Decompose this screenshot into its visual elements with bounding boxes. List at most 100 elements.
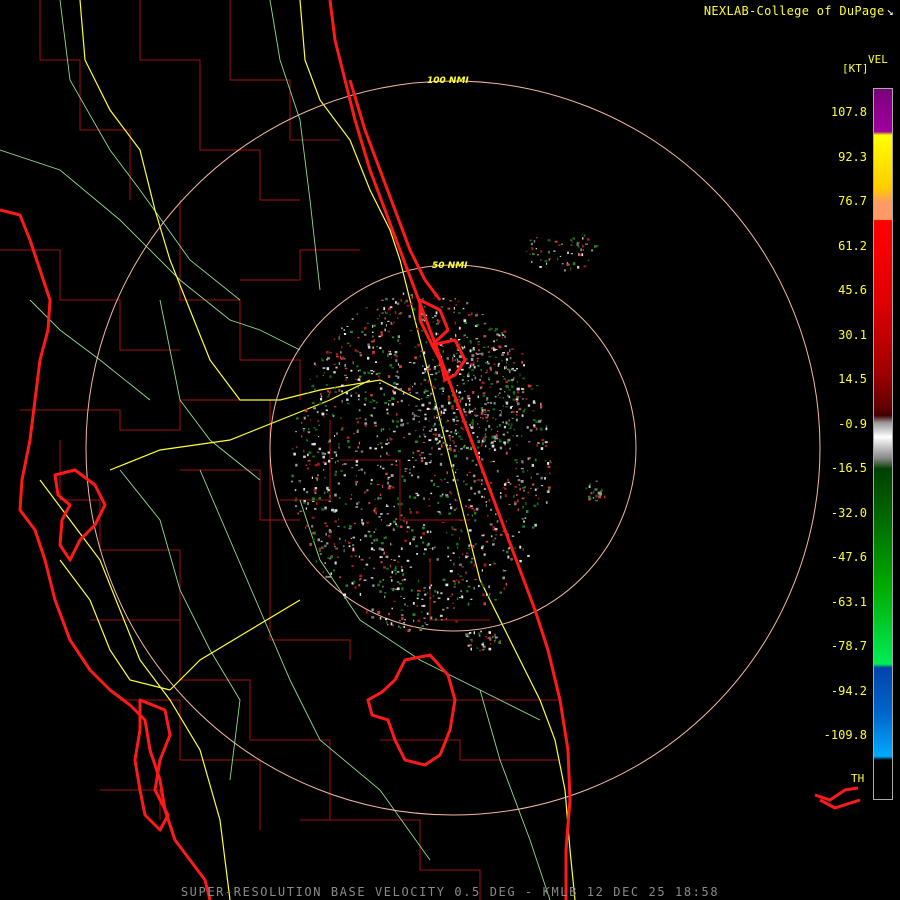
product-caption: SUPER-RESOLUTION BASE VELOCITY 0.5 DEG -… (180, 885, 720, 899)
echo-pixel (431, 317, 434, 319)
echo-pixel (378, 375, 380, 378)
echo-pixel (381, 446, 383, 449)
echo-pixel (333, 569, 336, 572)
echo-pixel (509, 356, 512, 360)
echo-pixel (363, 333, 367, 336)
echo-pixel (399, 365, 402, 369)
echo-pixel (467, 313, 471, 316)
echo-pixel (341, 427, 344, 429)
echo-pixel (355, 480, 358, 483)
echo-pixel (301, 422, 303, 424)
echo-pixel (413, 626, 416, 628)
echo-pixel (521, 391, 525, 394)
echo-pixel (466, 552, 469, 555)
echo-pixel (477, 446, 479, 449)
echo-pixel (389, 351, 391, 353)
echo-pixel (426, 592, 428, 594)
echo-pixel (426, 366, 429, 368)
echo-pixel (522, 377, 525, 380)
echo-pixel (424, 417, 427, 421)
echo-pixel (527, 469, 529, 472)
echo-pixel (516, 387, 519, 391)
echo-pixel (476, 313, 478, 317)
echo-pixel (481, 443, 483, 447)
echo-pixel (333, 338, 336, 340)
echo-pixel (540, 476, 543, 480)
echo-pixel (495, 534, 498, 536)
echo-pixel (376, 435, 379, 438)
echo-pixel (432, 433, 435, 435)
echo-pixel (494, 349, 498, 351)
echo-pixel (399, 312, 403, 314)
echo-pixel (452, 478, 455, 482)
echo-pixel (495, 328, 498, 331)
echo-pixel (519, 373, 521, 377)
echo-pixel (430, 479, 433, 482)
echo-pixel (493, 402, 496, 405)
echo-pixel (470, 486, 473, 490)
echo-pixel (474, 519, 477, 522)
echo-pixel (325, 575, 328, 578)
echo-pixel (516, 400, 518, 403)
echo-pixel (396, 370, 399, 373)
echo-pixel (481, 534, 485, 537)
echo-pixel (561, 263, 564, 265)
echo-pixel (496, 333, 499, 336)
echo-pixel (475, 507, 479, 511)
echo-pixel (470, 410, 473, 413)
echo-pixel (409, 468, 411, 471)
echo-pixel (533, 504, 537, 507)
echo-pixel (460, 590, 462, 592)
echo-pixel (488, 355, 492, 358)
echo-pixel (502, 549, 505, 552)
echo-pixel (452, 464, 455, 467)
echo-pixel (390, 438, 393, 441)
echo-pixel (590, 492, 593, 495)
echo-pixel (502, 352, 505, 354)
echo-pixel (356, 350, 359, 353)
echo-pixel (466, 302, 469, 305)
echo-pixel (453, 528, 457, 531)
echo-pixel (416, 553, 418, 555)
echo-pixel (415, 545, 418, 548)
echo-pixel (466, 555, 469, 557)
echo-pixel (389, 576, 393, 578)
echo-pixel (433, 297, 435, 299)
echo-pixel (412, 613, 416, 616)
echo-pixel (314, 487, 318, 490)
echo-pixel (513, 369, 517, 372)
echo-pixel (478, 632, 481, 635)
echo-pixel (522, 548, 524, 551)
echo-pixel (491, 444, 495, 448)
echo-pixel (570, 239, 572, 241)
legend-tick-label: -32.0 (830, 505, 867, 520)
echo-pixel (502, 375, 504, 378)
echo-pixel (428, 420, 430, 422)
echo-pixel (316, 502, 318, 505)
echo-pixel (390, 474, 394, 477)
echo-pixel (403, 517, 406, 519)
echo-pixel (344, 374, 347, 377)
echo-pixel (547, 490, 550, 493)
echo-pixel (391, 336, 395, 339)
echo-pixel (466, 457, 469, 460)
echo-pixel (312, 455, 315, 458)
echo-pixel (471, 349, 474, 352)
echo-pixel (449, 595, 452, 597)
echo-pixel (494, 636, 498, 639)
echo-pixel (376, 346, 378, 348)
echo-pixel (430, 373, 434, 376)
echo-pixel (437, 442, 439, 444)
echo-pixel (385, 618, 387, 621)
echo-pixel (370, 370, 374, 372)
echo-pixel (311, 476, 313, 479)
echo-pixel (465, 580, 468, 582)
echo-pixel (503, 434, 506, 437)
echo-pixel (365, 399, 367, 402)
echo-pixel (477, 364, 480, 367)
echo-pixel (365, 307, 368, 309)
echo-pixel (536, 254, 539, 256)
echo-pixel (549, 472, 551, 475)
echo-pixel (492, 408, 496, 411)
echo-pixel (387, 354, 389, 357)
